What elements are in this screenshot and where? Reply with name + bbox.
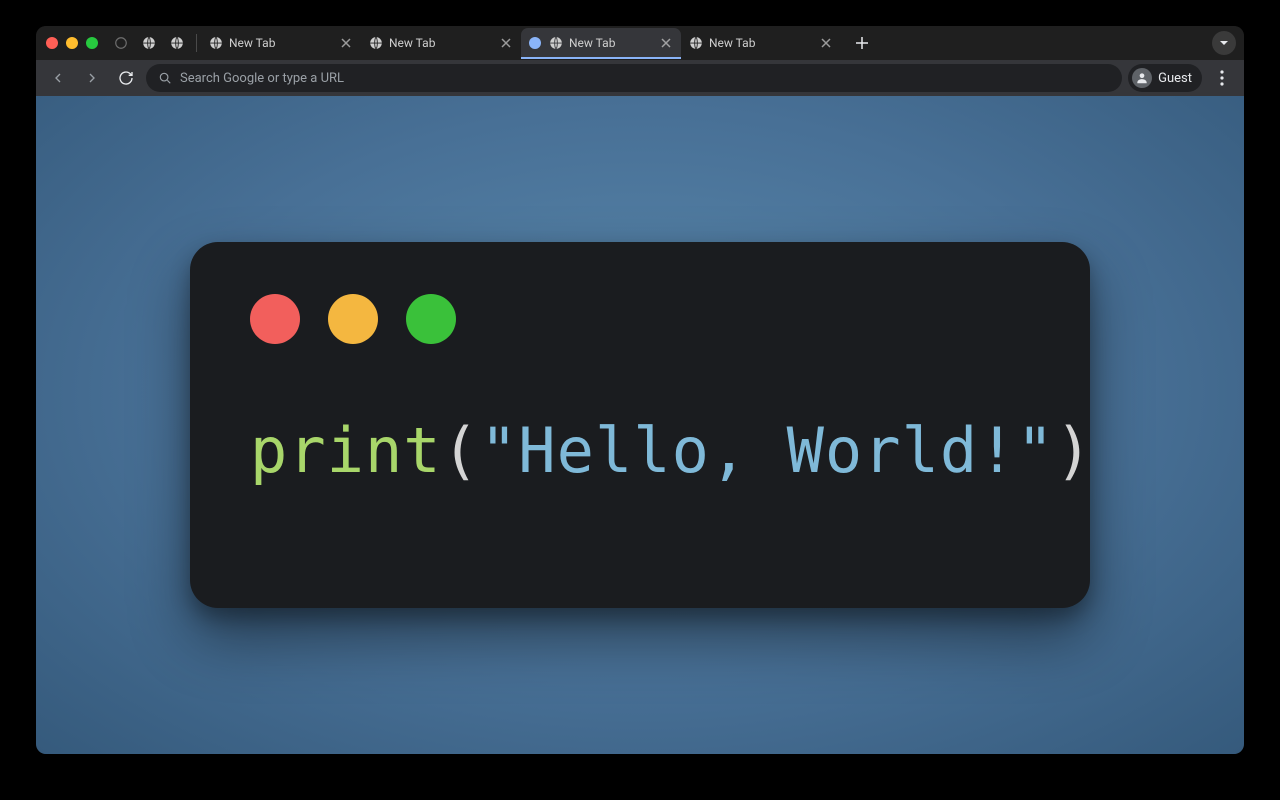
globe-icon: [369, 36, 383, 50]
profile-label: Guest: [1158, 71, 1192, 86]
tab-title: New Tab: [229, 36, 333, 50]
pinned-tab-2[interactable]: [164, 30, 190, 56]
profile-chip[interactable]: Guest: [1128, 64, 1202, 92]
browser-window: New Tab New Tab New Tab: [36, 26, 1244, 754]
token-open-paren: (: [442, 414, 480, 487]
close-icon[interactable]: [339, 36, 353, 50]
window-minimize-dot[interactable]: [66, 37, 78, 49]
close-icon[interactable]: [819, 36, 833, 50]
kebab-menu-button[interactable]: [1208, 64, 1236, 92]
search-icon: [158, 71, 172, 85]
card-zoom-dot: [406, 294, 456, 344]
forward-button[interactable]: [78, 64, 106, 92]
macos-window-controls: [46, 37, 98, 49]
token-function: print: [250, 414, 442, 487]
tab-strip: New Tab New Tab New Tab: [36, 26, 1244, 60]
tab-3[interactable]: New Tab: [681, 28, 841, 58]
tab-1[interactable]: New Tab: [361, 28, 521, 58]
tab-title: New Tab: [389, 36, 493, 50]
window-close-dot[interactable]: [46, 37, 58, 49]
back-button[interactable]: [44, 64, 72, 92]
card-minimize-dot: [328, 294, 378, 344]
page-viewport: print("Hello, World!"): [36, 96, 1244, 754]
card-window-controls: [250, 294, 1030, 344]
tab-title: New Tab: [709, 36, 813, 50]
tab-divider: [196, 34, 197, 52]
token-close-paren: ): [1055, 414, 1093, 487]
tab-0[interactable]: New Tab: [201, 28, 361, 58]
globe-icon: [549, 36, 563, 50]
reload-button[interactable]: [112, 64, 140, 92]
close-icon[interactable]: [499, 36, 513, 50]
close-icon[interactable]: [659, 36, 673, 50]
chevron-down-icon[interactable]: [1212, 31, 1236, 55]
loading-indicator-icon: [529, 37, 541, 49]
tab-title: New Tab: [569, 36, 653, 50]
pinned-tab-1[interactable]: [136, 30, 162, 56]
omnibox-placeholder: Search Google or type a URL: [180, 71, 344, 86]
avatar-icon: [1132, 68, 1152, 88]
tab-2-active[interactable]: New Tab: [521, 28, 681, 58]
pinned-tab-loading[interactable]: [108, 30, 134, 56]
card-close-dot: [250, 294, 300, 344]
new-tab-button[interactable]: [849, 30, 875, 56]
window-zoom-dot[interactable]: [86, 37, 98, 49]
globe-icon: [209, 36, 223, 50]
globe-icon: [689, 36, 703, 50]
omnibox[interactable]: Search Google or type a URL: [146, 64, 1122, 92]
toolbar: Search Google or type a URL Guest: [36, 60, 1244, 96]
code-snippet-card: print("Hello, World!"): [190, 242, 1090, 608]
code-line: print("Hello, World!"): [250, 414, 1030, 487]
token-string: "Hello, World!": [480, 414, 1055, 487]
